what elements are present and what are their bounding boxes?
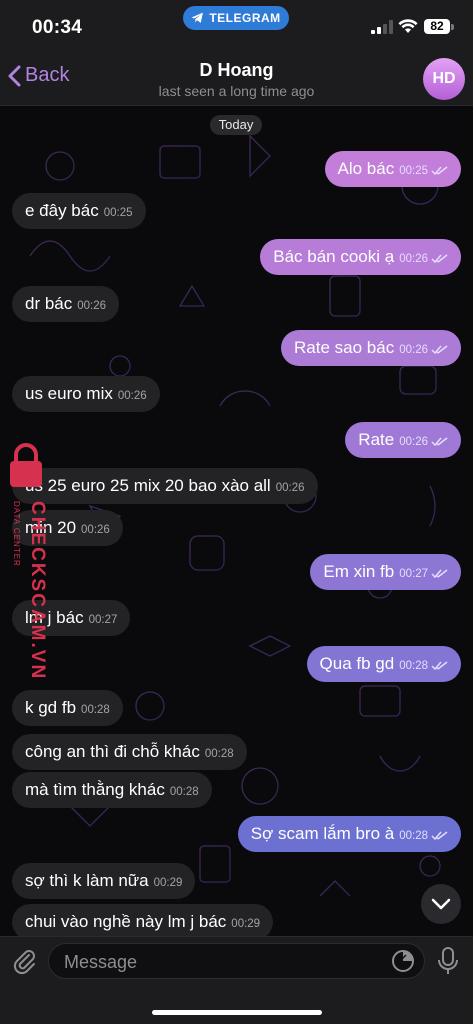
svg-text:DATA CENTER: DATA CENTER <box>12 501 21 567</box>
microphone-icon[interactable] <box>437 946 459 976</box>
message-text: us 25 euro 25 mix 20 bao xào all <box>25 476 271 495</box>
message-input[interactable]: Message <box>48 943 425 979</box>
avatar[interactable]: HD <box>423 58 465 100</box>
double-check-icon <box>431 166 448 176</box>
double-check-icon <box>431 437 448 447</box>
outgoing-message[interactable]: Sợ scam lắm bro à 00:28 <box>237 816 461 852</box>
last-seen-status: last seen a long time ago <box>158 83 315 99</box>
double-check-icon <box>431 831 448 841</box>
message-time: 00:26 <box>399 253 428 265</box>
incoming-message[interactable]: mà tìm thằng khác 00:28 <box>12 772 212 808</box>
date-separator: Today <box>210 115 262 135</box>
message-time: 00:29 <box>153 877 183 889</box>
telegram-pill-label: TELEGRAM <box>209 11 281 25</box>
telegram-icon <box>191 12 204 23</box>
home-indicator <box>152 1010 322 1015</box>
outgoing-message[interactable]: Rate 00:26 <box>345 422 461 458</box>
cellular-signal-icon <box>371 20 393 34</box>
message-time: 00:28 <box>399 660 428 672</box>
incoming-message[interactable]: chui vào nghề này lm j bác 00:29 <box>12 904 274 936</box>
message-text: Rate sao bác <box>294 338 395 357</box>
outgoing-message[interactable]: Alo bác 00:25 <box>324 151 461 187</box>
sticker-icon[interactable] <box>391 949 415 973</box>
double-check-icon <box>431 254 448 264</box>
telegram-pill[interactable]: TELEGRAM <box>183 6 289 30</box>
incoming-message[interactable]: công an thì đi chỗ khác 00:28 <box>12 734 247 770</box>
message-text: Em xin fb <box>323 562 395 581</box>
double-check-icon <box>431 345 448 355</box>
status-bar: 00:34 TELEGRAM 82 <box>0 0 473 52</box>
incoming-message[interactable]: sợ thì k làm nữa 00:29 <box>12 863 196 899</box>
message-time: 00:28 <box>204 748 234 760</box>
message-time: 00:28 <box>399 830 428 842</box>
battery-level: 82 <box>424 19 450 34</box>
incoming-message[interactable]: dr bác 00:26 <box>12 286 120 322</box>
message-time: 00:26 <box>399 436 428 448</box>
wifi-icon <box>398 19 418 33</box>
message-text: mà tìm thằng khác <box>25 780 165 799</box>
incoming-message[interactable]: us 25 euro 25 mix 20 bao xào all 00:26 <box>12 468 318 504</box>
message-text: dr bác <box>25 294 73 313</box>
message-time: 00:25 <box>103 207 133 219</box>
chevron-down-icon <box>431 898 451 910</box>
svg-text:CHECKSCAM.VN: CHECKSCAM.VN <box>27 501 46 680</box>
message-list[interactable]: Today Alo bác 00:25 e đây bác 00:25 Bác bán … <box>0 106 473 936</box>
message-time: 00:28 <box>81 704 110 716</box>
message-text: us euro mix <box>25 384 113 403</box>
message-time: 00:26 <box>399 344 428 356</box>
message-text: công an thì đi chỗ khác <box>25 742 200 761</box>
message-time: 00:26 <box>81 524 110 536</box>
message-text: sợ thì k làm nữa <box>25 871 149 890</box>
message-text: Bác bán cooki ạ <box>273 247 395 266</box>
message-text: e đây bác <box>25 201 99 220</box>
chat-header: Back D Hoang last seen a long time ago H… <box>0 52 473 106</box>
message-text: Rate <box>358 430 395 449</box>
battery-tip <box>451 24 454 30</box>
incoming-message[interactable]: e đây bác 00:25 <box>12 193 146 229</box>
message-time: 00:26 <box>117 390 147 402</box>
contact-name[interactable]: D Hoang <box>0 60 473 81</box>
outgoing-message[interactable]: Qua fb gd 00:28 <box>306 646 461 682</box>
message-time: 00:27 <box>399 568 428 580</box>
outgoing-message[interactable]: Em xin fb 00:27 <box>310 554 461 590</box>
outgoing-message[interactable]: Rate sao bác 00:26 <box>281 330 461 366</box>
message-input-bar: Message <box>0 936 473 1024</box>
double-check-icon <box>431 569 448 579</box>
message-text: chui vào nghề này lm j bác <box>25 912 227 931</box>
message-time: 00:26 <box>275 482 305 494</box>
message-placeholder: Message <box>64 952 138 972</box>
attach-icon[interactable] <box>10 947 38 975</box>
outgoing-message[interactable]: Bác bán cooki ạ 00:26 <box>260 239 461 275</box>
message-text: Alo bác <box>337 159 395 178</box>
message-time: 00:29 <box>231 918 261 930</box>
checkscam-watermark: CHECKSCAM.VN DATA CENTER <box>10 443 46 680</box>
message-time: 00:25 <box>399 165 428 177</box>
message-time: 00:26 <box>77 300 107 312</box>
message-time: 00:28 <box>169 786 199 798</box>
message-text: Qua fb gd <box>319 654 395 673</box>
double-check-icon <box>431 661 448 671</box>
status-time: 00:34 <box>32 17 83 38</box>
message-time: 00:27 <box>88 614 118 626</box>
incoming-message[interactable]: us euro mix 00:26 <box>12 376 160 412</box>
message-text: Sợ scam lắm bro à <box>250 824 395 843</box>
scroll-down-button[interactable] <box>421 884 461 924</box>
